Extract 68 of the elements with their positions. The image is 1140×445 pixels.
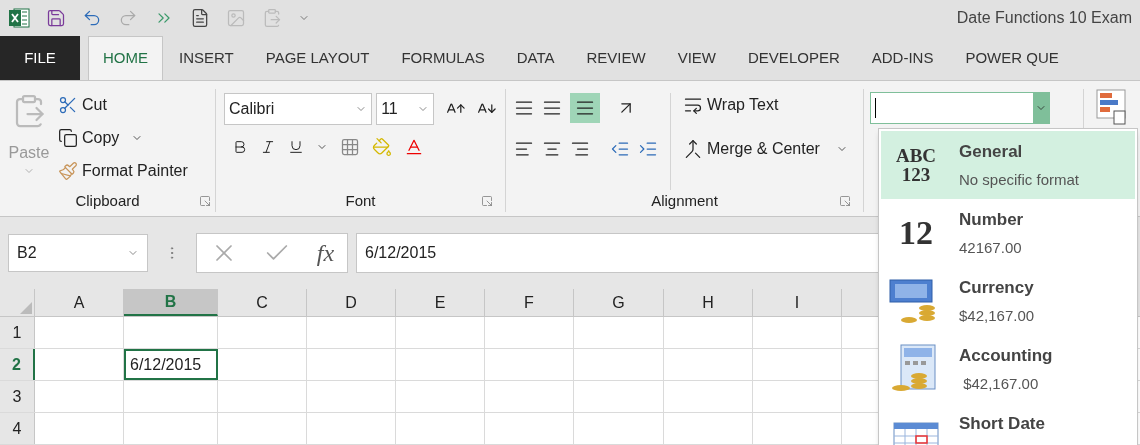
bold-icon[interactable]	[232, 138, 248, 155]
insert-function-button[interactable]: fx	[316, 235, 335, 272]
column-header[interactable]: H	[664, 289, 753, 316]
name-box[interactable]: B2	[8, 234, 148, 273]
group-label: Alignment	[651, 191, 718, 212]
ribbon-tab[interactable]: POWER QUE	[949, 35, 1075, 80]
document-icon[interactable]	[190, 7, 210, 28]
column-header[interactable]: E	[396, 289, 485, 316]
copy-icon	[58, 127, 78, 148]
dropdown-toggle[interactable]	[1033, 92, 1049, 123]
format-name: Accounting	[959, 345, 1053, 367]
column-header[interactable]: G	[574, 289, 664, 316]
format-name: Short Date	[959, 413, 1045, 435]
fill-color-icon[interactable]	[372, 136, 392, 157]
column-header[interactable]: C	[218, 289, 307, 316]
conditional-formatting-icon[interactable]	[1096, 88, 1126, 125]
dialog-launcher-icon[interactable]	[199, 195, 211, 208]
bottom-align-button[interactable]	[570, 92, 600, 123]
ribbon-tab[interactable]: REVIEW	[570, 35, 662, 80]
scissors-icon	[58, 94, 78, 115]
font-name-field[interactable]: Calibri	[224, 92, 373, 125]
row-header[interactable]: 3	[0, 381, 35, 412]
row-header[interactable]: 1	[0, 317, 35, 348]
ribbon-tab[interactable]: FORMULAS	[385, 35, 501, 80]
window-title: Date Functions 10 Exam	[956, 7, 1132, 28]
format-glyph: ABC 123	[894, 146, 938, 184]
table-cell[interactable]: 6/12/2015	[124, 349, 218, 380]
column-header[interactable]: D	[307, 289, 396, 316]
format-example: $42,167.00	[959, 305, 1035, 326]
format-name: General	[959, 141, 1024, 163]
format-example: $42,167.00	[962, 373, 1040, 394]
merge-icon	[683, 138, 703, 159]
italic-icon[interactable]	[260, 138, 276, 155]
row-header[interactable]: 2	[0, 349, 35, 380]
wrap-text-button[interactable]: Wrap Text	[683, 92, 848, 117]
format-menu-item[interactable]: Short Date	[881, 403, 1135, 445]
ribbon-tab[interactable]: FILE	[0, 35, 80, 80]
column-header[interactable]: I	[753, 289, 842, 316]
ribbon-tab[interactable]: HOME	[88, 35, 163, 80]
ribbon-tab[interactable]: ADD-INS	[855, 35, 950, 80]
group-label: Clipboard	[75, 191, 140, 212]
save-icon[interactable]	[46, 7, 66, 28]
format-example: 42167.00	[959, 237, 1023, 258]
number-format-field[interactable]	[870, 91, 1050, 124]
merge-center-button[interactable]: Merge & Center	[683, 136, 848, 161]
copy-button[interactable]: Copy	[58, 125, 188, 150]
row-header[interactable]: 4	[0, 413, 35, 444]
ribbon-tab[interactable]: DATA	[500, 35, 571, 80]
borders-icon[interactable]	[340, 136, 360, 157]
font-size-field[interactable]: 11	[376, 92, 434, 125]
paintbrush-icon	[58, 160, 78, 181]
spreadsheet-logo-icon[interactable]	[8, 6, 30, 29]
format-menu-item[interactable]: Accounting $42,167.00	[881, 335, 1135, 403]
format-name: Currency	[959, 277, 1035, 299]
dialog-launcher-icon[interactable]	[839, 195, 851, 208]
ribbon-tab[interactable]: INSERT	[163, 35, 250, 80]
ribbon-tab[interactable]: VIEW	[661, 35, 733, 80]
format-painter-button[interactable]: Format Painter	[58, 158, 188, 183]
ribbon-tab[interactable]: DEVELOPER	[732, 35, 856, 80]
cut-button[interactable]: Cut	[58, 92, 188, 117]
ribbon-tab[interactable]: PAGE LAYOUT	[249, 35, 386, 80]
column-header[interactable]: F	[485, 289, 574, 316]
dialog-launcher-icon[interactable]	[481, 195, 493, 208]
format-menu-item[interactable]: ABC 123 General No specific format	[881, 131, 1135, 199]
format-name: Number	[959, 209, 1024, 231]
format-example: No specific format	[959, 169, 1080, 190]
group-label: Font	[345, 191, 376, 212]
underline-icon[interactable]	[288, 138, 304, 155]
